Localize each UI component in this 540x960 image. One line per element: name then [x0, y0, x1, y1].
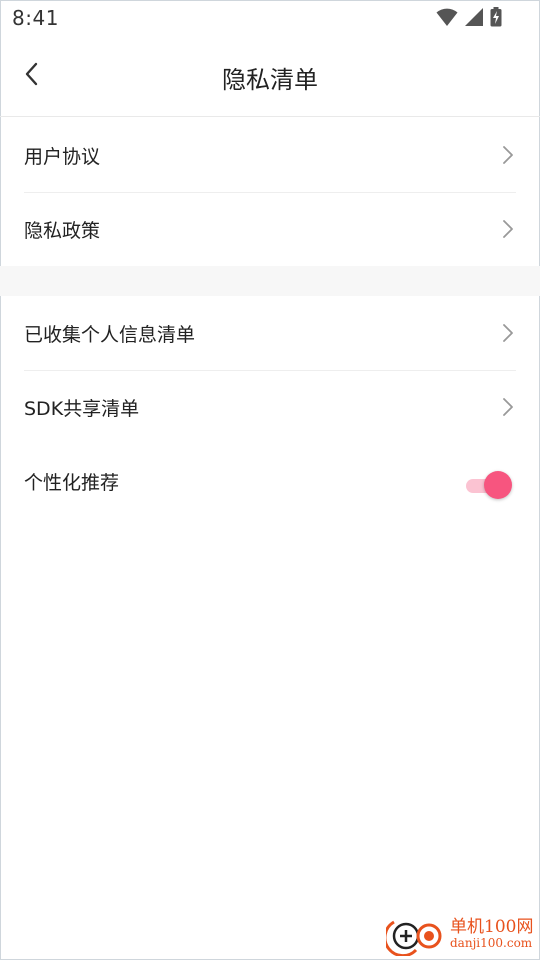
list-item-label: SDK共享清单	[24, 398, 140, 420]
chevron-right-icon	[502, 219, 514, 243]
list-item-privacy-policy[interactable]: 隐私政策	[24, 192, 516, 266]
app-header: 隐私清单	[0, 36, 540, 117]
wifi-icon	[436, 7, 458, 27]
battery-charging-icon	[490, 7, 502, 27]
watermark: 单机100网 danji100.com	[383, 912, 536, 960]
toggle-thumb	[484, 471, 512, 499]
chevron-right-icon	[502, 397, 514, 421]
list-item-personalized-recommendation: 个性化推荐	[24, 444, 516, 518]
page-title: 隐私清单	[222, 66, 318, 94]
cell-signal-icon	[464, 7, 484, 27]
status-time: 8:41	[12, 6, 59, 30]
list-item-label: 已收集个人信息清单	[24, 324, 196, 346]
list-item-label: 个性化推荐	[24, 472, 120, 494]
watermark-name: 单机100网	[450, 917, 534, 937]
status-icons	[436, 7, 502, 27]
watermark-url: danji100.com	[450, 936, 533, 950]
list-item-user-agreement[interactable]: 用户协议	[24, 118, 516, 193]
danji-logo-icon	[383, 916, 448, 960]
list-item-label: 用户协议	[24, 146, 101, 168]
list-item-collected-info[interactable]: 已收集个人信息清单	[24, 296, 516, 371]
section-divider	[0, 266, 540, 296]
chevron-right-icon	[502, 323, 514, 347]
personalized-recommendation-toggle[interactable]	[464, 470, 512, 500]
status-bar: 8:41	[0, 0, 540, 36]
list-item-label: 隐私政策	[24, 220, 101, 242]
list-item-sdk-sharing[interactable]: SDK共享清单	[24, 370, 516, 444]
chevron-right-icon	[502, 145, 514, 169]
